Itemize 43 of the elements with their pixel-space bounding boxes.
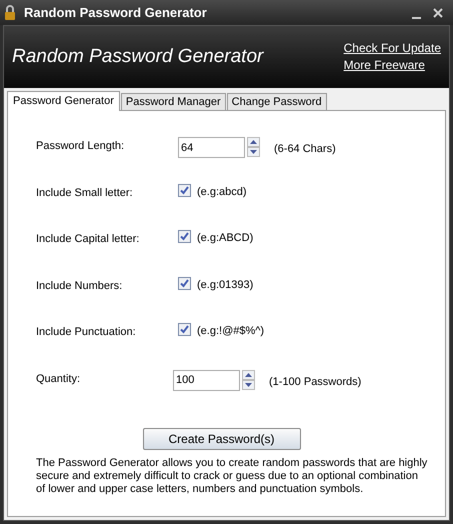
checkbox[interactable] <box>178 323 191 336</box>
option-label: Quantity: <box>36 372 82 386</box>
hint-text: (e.g:ABCD) <box>197 231 254 246</box>
create-passwords-button[interactable]: Create Password(s) <box>142 428 300 450</box>
option-label: Include Punctuation: <box>36 325 137 340</box>
description-text: The Password Generator allows you to create random passwords that are highly secure and extremely difficult to crack or guess due to an optional combination of lower and upper case letters, numbers and punctuation symbols. <box>36 457 428 496</box>
option-label: Include Numbers: <box>36 278 124 294</box>
hint-text: (e.g:abcd) <box>197 184 247 200</box>
header-link[interactable]: More Freeware <box>344 57 425 74</box>
padlock-icon <box>4 4 16 20</box>
option-label: Include Small letter: <box>36 186 134 200</box>
header-link[interactable]: Check For Update <box>344 40 441 57</box>
caret-down-icon <box>250 150 257 154</box>
hint-text: (1-100 Passwords) <box>269 374 362 390</box>
close-icon <box>433 8 443 18</box>
checkmark-icon <box>180 325 189 334</box>
spin-up-button[interactable] <box>242 370 255 380</box>
checkbox[interactable] <box>178 230 191 243</box>
close-button[interactable] <box>431 6 445 20</box>
caret-up-icon <box>250 140 257 144</box>
app-title: Random Password Generator <box>12 44 264 69</box>
spin-up-button[interactable] <box>247 137 260 147</box>
tab[interactable]: Change Password <box>226 93 327 110</box>
number-field[interactable]: 100 <box>173 370 240 390</box>
spin-down-button[interactable] <box>242 380 255 390</box>
caret-up-icon <box>245 372 252 376</box>
spin-down-button[interactable] <box>247 147 260 157</box>
window-title: Random Password Generator <box>24 4 207 22</box>
hint-text: (e.g:!@#$%^) <box>197 324 264 339</box>
hint-text: (e.g:01393) <box>197 278 254 292</box>
checkmark-icon <box>180 232 189 241</box>
hint-text: (6-64 Chars) <box>274 142 336 157</box>
minimize-icon <box>412 16 420 20</box>
checkbox[interactable] <box>178 276 191 290</box>
tab[interactable]: Password Generator <box>7 91 120 111</box>
option-label: Password Length: <box>36 139 126 154</box>
number-field[interactable]: 64 <box>178 137 245 158</box>
checkmark-icon <box>180 278 189 288</box>
caret-down-icon <box>245 382 252 386</box>
option-label: Include Capital letter: <box>36 232 140 247</box>
checkbox[interactable] <box>178 184 191 196</box>
checkmark-icon <box>180 186 189 194</box>
tab[interactable]: Password Manager <box>120 93 226 110</box>
